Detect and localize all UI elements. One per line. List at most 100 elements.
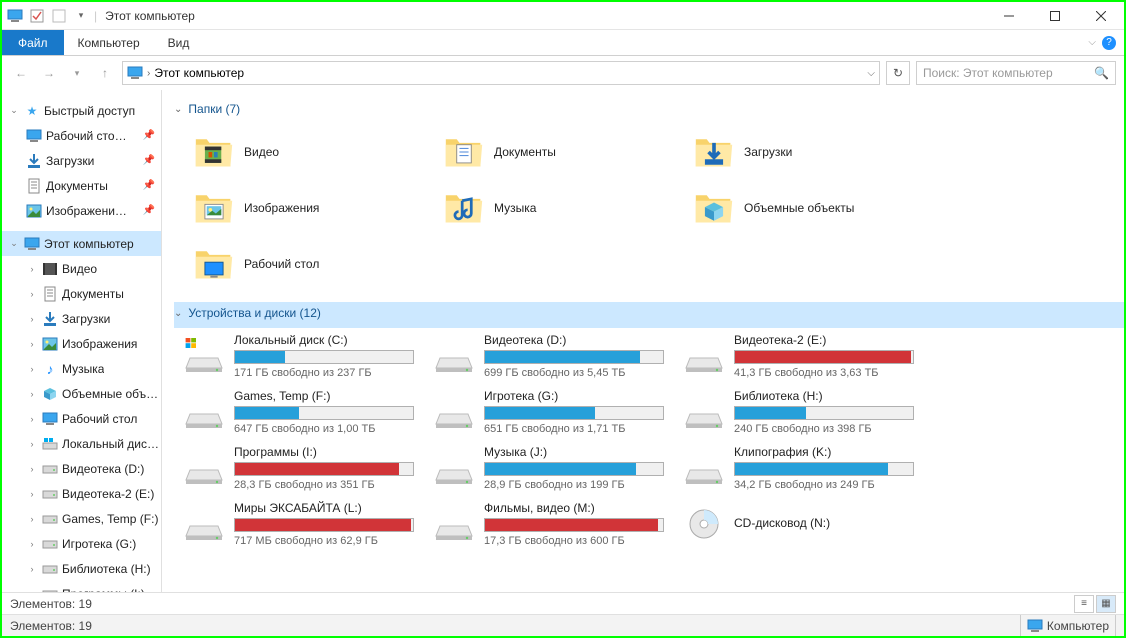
drive-item[interactable]: Миры ЭКСАБАЙТА (L:) 717 МБ свободно из 6… xyxy=(174,496,424,552)
folder-item[interactable]: Объемные объекты xyxy=(674,180,924,236)
group-header-drives[interactable]: ⌄ Устройства и диски (12) xyxy=(174,302,1124,328)
window-title: Этот компьютер xyxy=(105,9,195,23)
properties-icon[interactable] xyxy=(28,7,46,25)
tree-label: Рабочий сто… xyxy=(46,129,127,143)
chevron-down-icon[interactable]: ⌄ xyxy=(8,105,20,116)
tab-computer[interactable]: Компьютер xyxy=(64,30,154,55)
chevron-right-icon[interactable]: › xyxy=(26,564,38,574)
chevron-right-icon[interactable]: › xyxy=(26,489,38,499)
pin-icon: 📌 xyxy=(143,155,155,166)
minimize-button[interactable] xyxy=(986,2,1032,30)
chevron-right-icon[interactable]: › xyxy=(26,314,38,324)
tab-file[interactable]: Файл xyxy=(2,30,64,55)
drive-item[interactable]: Games, Temp (F:) 647 ГБ свободно из 1,00… xyxy=(174,384,424,440)
chevron-right-icon[interactable]: › xyxy=(26,514,38,524)
tree-item[interactable]: ›Библиотека (H:) xyxy=(2,556,161,581)
tree-item[interactable]: ›Программы (I:) xyxy=(2,581,161,592)
back-button[interactable]: ← xyxy=(10,62,32,84)
chevron-right-icon[interactable]: › xyxy=(26,339,38,349)
qat-dropdown-icon[interactable]: ▾ xyxy=(72,7,90,25)
folder-item[interactable]: Музыка xyxy=(424,180,674,236)
tree-item[interactable]: ›Локальный дис… xyxy=(2,431,161,456)
tree-item[interactable]: Загрузки📌 xyxy=(2,148,161,173)
help-icon[interactable]: ? xyxy=(1102,36,1116,50)
forward-button[interactable]: → xyxy=(38,62,60,84)
drive-item[interactable]: Библиотека (H:) 240 ГБ свободно из 398 Г… xyxy=(674,384,924,440)
folder-item[interactable]: Рабочий стол xyxy=(174,236,424,292)
thispc-icon xyxy=(24,236,40,252)
close-button[interactable] xyxy=(1078,2,1124,30)
tree-item[interactable]: ›Видеотека-2 (E:) xyxy=(2,481,161,506)
view-icons-button[interactable]: ▦ xyxy=(1096,595,1116,613)
chevron-right-icon[interactable]: › xyxy=(26,264,38,274)
tree-this-pc[interactable]: ⌄ Этот компьютер xyxy=(2,231,161,256)
3d-icon xyxy=(42,386,58,402)
drive-item[interactable]: CD-дисковод (N:) xyxy=(674,496,924,552)
maximize-button[interactable] xyxy=(1032,2,1078,30)
drive-info: Фильмы, видео (M:) 17,3 ГБ свободно из 6… xyxy=(484,501,674,547)
chevron-right-icon[interactable]: › xyxy=(26,414,38,424)
video-folder-icon xyxy=(194,132,234,172)
drive-label: Музыка (J:) xyxy=(484,445,664,459)
tree-item[interactable]: Документы📌 xyxy=(2,173,161,198)
chevron-right-icon[interactable]: › xyxy=(26,289,38,299)
up-button[interactable]: ↑ xyxy=(94,62,116,84)
free-space-label: 34,2 ГБ свободно из 249 ГБ xyxy=(734,479,914,491)
view-details-button[interactable]: ≡ xyxy=(1074,595,1094,613)
drive-item[interactable]: Фильмы, видео (M:) 17,3 ГБ свободно из 6… xyxy=(424,496,674,552)
group-header-folders[interactable]: ⌄ Папки (7) xyxy=(174,98,1124,124)
computer-indicator[interactable]: Компьютер xyxy=(1020,615,1116,636)
search-box[interactable]: Поиск: Этот компьютер 🔍 xyxy=(916,61,1116,85)
tree-quick-access[interactable]: ⌄ ★ Быстрый доступ xyxy=(2,98,161,123)
address-dropdown-icon[interactable]: ⌵ xyxy=(867,68,875,79)
drive-item[interactable]: Программы (I:) 28,3 ГБ свободно из 351 Г… xyxy=(174,440,424,496)
chevron-right-icon[interactable]: › xyxy=(26,439,38,449)
tree-label: Музыка xyxy=(62,362,104,376)
drive-item[interactable]: Видеотека-2 (E:) 41,3 ГБ свободно из 3,6… xyxy=(674,328,924,384)
folder-item[interactable]: Видео xyxy=(174,124,424,180)
drive-icon xyxy=(42,536,58,552)
tree-item[interactable]: Изображени…📌 xyxy=(2,198,161,223)
drive-item[interactable]: Игротека (G:) 651 ГБ свободно из 1,71 ТБ xyxy=(424,384,674,440)
folder-label: Загрузки xyxy=(744,145,792,159)
chevron-right-icon[interactable]: › xyxy=(26,539,38,549)
drive-item[interactable]: Видеотека (D:) 699 ГБ свободно из 5,45 Т… xyxy=(424,328,674,384)
tree-item[interactable]: ›Рабочий стол xyxy=(2,406,161,431)
tree-label: Видеотека (D:) xyxy=(62,462,144,476)
title-bar: ▾ | Этот компьютер xyxy=(2,2,1124,30)
drive-label: Фильмы, видео (M:) xyxy=(484,501,664,515)
new-folder-icon[interactable] xyxy=(50,7,68,25)
tree-item[interactable]: › Видеотека (D:) xyxy=(2,456,161,481)
tree-item[interactable]: ›Объемные объ… xyxy=(2,381,161,406)
tree-item[interactable]: ›Games, Temp (F:) xyxy=(2,506,161,531)
drive-item[interactable]: Локальный диск (C:) 171 ГБ свободно из 2… xyxy=(174,328,424,384)
ribbon-tabs: Файл Компьютер Вид ⌵ ? xyxy=(2,30,1124,56)
folder-item[interactable]: Документы xyxy=(424,124,674,180)
desktop-icon xyxy=(26,128,42,144)
ribbon-expand-icon[interactable]: ⌵ xyxy=(1088,37,1096,48)
breadcrumb[interactable]: Этот компьютер xyxy=(154,66,244,80)
chevron-right-icon[interactable]: › xyxy=(26,389,38,399)
chevron-down-icon[interactable]: ⌄ xyxy=(8,238,20,249)
tree-item[interactable]: ›Изображения xyxy=(2,331,161,356)
folder-item[interactable]: Изображения xyxy=(174,180,424,236)
download-icon xyxy=(26,153,42,169)
group-label: Папки (7) xyxy=(188,102,240,116)
tree-item[interactable]: ›Документы xyxy=(2,281,161,306)
chevron-right-icon[interactable]: › xyxy=(26,464,38,474)
drive-item[interactable]: Клипография (K:) 34,2 ГБ свободно из 249… xyxy=(674,440,924,496)
drive-label: Локальный диск (C:) xyxy=(234,333,414,347)
recent-locations-button[interactable]: ▾ xyxy=(66,62,88,84)
address-bar[interactable]: › Этот компьютер ⌵ xyxy=(122,61,880,85)
tree-item[interactable]: ›Игротека (G:) xyxy=(2,531,161,556)
tree-item[interactable]: ›♪Музыка xyxy=(2,356,161,381)
pictures-icon xyxy=(26,203,42,219)
chevron-right-icon[interactable]: › xyxy=(26,364,38,374)
drive-item[interactable]: Музыка (J:) 28,9 ГБ свободно из 199 ГБ xyxy=(424,440,674,496)
tree-item[interactable]: Рабочий сто…📌 xyxy=(2,123,161,148)
folder-item[interactable]: Загрузки xyxy=(674,124,924,180)
tab-view[interactable]: Вид xyxy=(154,30,204,55)
refresh-button[interactable]: ↻ xyxy=(886,61,910,85)
tree-item[interactable]: ›Загрузки xyxy=(2,306,161,331)
tree-item[interactable]: ›Видео xyxy=(2,256,161,281)
